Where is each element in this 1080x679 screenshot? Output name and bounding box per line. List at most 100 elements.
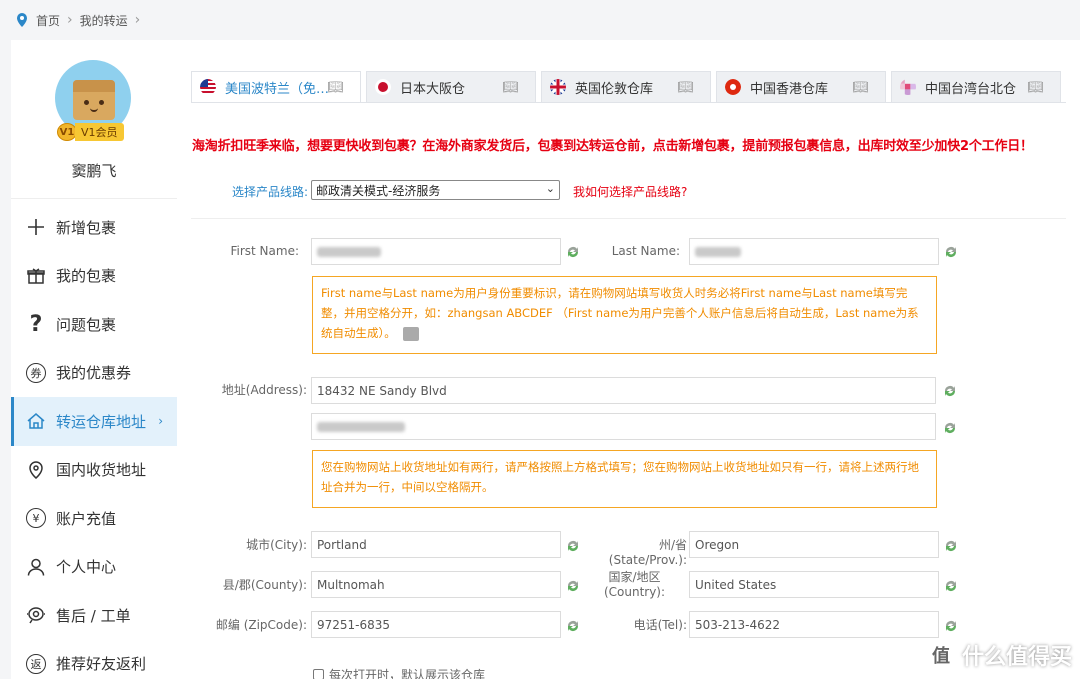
location-pin-icon — [25, 459, 47, 481]
sidebar-item-referral[interactable]: 返 推荐好友返利 — [11, 640, 177, 679]
sidebar-item-my-parcels[interactable]: 我的包裹 — [11, 252, 177, 301]
city-field[interactable]: Portland — [311, 531, 561, 558]
tab-japan-osaka[interactable]: 日本大阪仓 📖︎ — [366, 71, 536, 103]
sidebar-item-problem-parcels[interactable]: ? 问题包裹 — [11, 300, 177, 349]
route-select[interactable]: 邮政清关模式-经济服务 ⌄ — [311, 180, 560, 200]
copy-icon[interactable] — [943, 578, 959, 594]
divider — [11, 198, 177, 199]
tab-label: 中国台湾台北仓 — [925, 81, 1017, 97]
sidebar-item-domestic-address[interactable]: 国内收货地址 — [11, 446, 177, 495]
home-icon — [25, 410, 47, 432]
country-label-line2: (Country): — [603, 585, 666, 599]
box-mascot-icon — [73, 80, 115, 120]
watermark: 值 什么值得买 — [925, 639, 1072, 671]
copy-icon[interactable] — [943, 538, 959, 554]
copy-icon[interactable] — [565, 538, 581, 554]
checkbox[interactable] — [313, 669, 324, 679]
sidebar-item-label: 推荐好友返利 — [56, 655, 147, 674]
address-line2-field[interactable] — [311, 413, 936, 440]
location-pin-icon — [17, 13, 27, 27]
county-field[interactable]: Multnomah — [311, 571, 561, 598]
chevron-right-icon: › — [67, 12, 73, 28]
vip-badge: V1 V1会员 — [57, 123, 124, 141]
tab-label: 日本大阪仓 — [400, 81, 466, 97]
redacted-value — [317, 246, 381, 257]
country-label: 国家/地区 (Country): — [582, 570, 687, 600]
redacted-value — [317, 421, 405, 432]
tab-taiwan-taipei[interactable]: 中国台湾台北仓 📖︎ — [891, 71, 1061, 103]
book-icon[interactable]: 📖︎ — [677, 80, 694, 95]
copy-icon[interactable] — [943, 244, 959, 260]
warehouse-tabs: 美国波特兰（免… 📖︎ 日本大阪仓 📖︎ 英国伦敦仓库 📖︎ 中国香港仓库 📖︎… — [191, 71, 1066, 103]
address-line1-field[interactable]: 18432 NE Sandy Blvd — [311, 377, 936, 404]
watermark-text: 什么值得买 — [961, 645, 1072, 670]
sidebar-item-label: 我的优惠券 — [56, 364, 132, 383]
route-label: 选择产品线路: — [232, 185, 309, 199]
copy-icon[interactable] — [942, 420, 958, 436]
sidebar-item-label: 个人中心 — [56, 558, 117, 577]
sidebar-item-label: 转运仓库地址 — [56, 412, 147, 431]
user-icon — [25, 556, 47, 578]
tab-label: 英国伦敦仓库 — [575, 81, 654, 97]
book-icon[interactable]: 📖︎ — [502, 80, 519, 95]
sidebar-item-label: 国内收货地址 — [56, 461, 147, 480]
route-help-link[interactable]: 我如何选择产品线路? — [573, 183, 687, 200]
breadcrumb: 首页 › 我的转运 › — [0, 0, 1080, 40]
address-label: 地址(Address): — [221, 383, 307, 397]
copy-icon[interactable] — [565, 578, 581, 594]
sidebar-item-profile[interactable]: 个人中心 — [11, 543, 177, 592]
tab-us-portland[interactable]: 美国波特兰（免… 📖︎ — [191, 71, 361, 103]
first-name-label: First Name: — [230, 244, 299, 258]
tel-label: 电话(Tel): — [633, 618, 687, 632]
copy-icon[interactable] — [942, 383, 958, 399]
book-icon[interactable]: 📖︎ — [327, 80, 344, 95]
return-icon: 返 — [25, 653, 47, 675]
tab-uk-london[interactable]: 英国伦敦仓库 📖︎ — [541, 71, 711, 103]
address-tip: 您在购物网站上收货地址如有两行，请严格按照上方格式填写；您在购物网站上收货地址如… — [312, 450, 937, 508]
sidebar-item-after-sales[interactable]: 售后 / 工单 — [11, 591, 177, 640]
state-field[interactable]: Oregon — [689, 531, 939, 558]
yen-icon: ¥ — [25, 507, 47, 529]
hk-flag-icon — [725, 79, 741, 95]
copy-icon[interactable] — [943, 618, 959, 634]
question-icon: ? — [29, 311, 43, 337]
country-label-line1: 国家/地区 — [608, 570, 661, 584]
sidebar-item-add-parcel[interactable]: 新增包裹 — [11, 203, 177, 252]
default-warehouse-checkbox[interactable]: 每次打开时，默认展示该仓库 — [313, 666, 485, 679]
watermark-logo: 值 — [925, 640, 956, 670]
breadcrumb-home[interactable]: 首页 — [36, 12, 60, 29]
sidebar: V1 V1会员 窦鹏飞 新增包裹 我的包裹 ? 问题包裹 券 我的优惠券 转运仓… — [11, 40, 177, 679]
puzzle-icon — [403, 326, 420, 341]
coupon-icon: 券 — [25, 362, 47, 384]
sidebar-item-warehouse-address[interactable]: 转运仓库地址 › — [11, 397, 177, 446]
first-name-field[interactable] — [311, 238, 561, 265]
plus-icon — [25, 216, 47, 238]
chevron-right-icon: › — [158, 414, 163, 429]
country-field[interactable]: United States — [689, 571, 939, 598]
tab-hong-kong[interactable]: 中国香港仓库 📖︎ — [716, 71, 886, 103]
book-icon[interactable]: 📖︎ — [852, 80, 869, 95]
sidebar-item-coupons[interactable]: 券 我的优惠券 — [11, 349, 177, 398]
copy-icon[interactable] — [565, 618, 581, 634]
name-tip: First name与Last name为用户身份重要标识，请在购物网站填写收货… — [312, 276, 937, 354]
copy-icon[interactable] — [565, 244, 581, 260]
breadcrumb-current[interactable]: 我的转运 — [80, 12, 128, 29]
chevron-right-icon: › — [134, 12, 141, 28]
vip-label: V1会员 — [75, 123, 124, 141]
divider — [191, 218, 1066, 219]
redacted-value — [695, 246, 741, 257]
vip-level-icon: V1 — [57, 123, 77, 141]
last-name-label: Last Name: — [611, 244, 680, 258]
zip-field[interactable]: 97251-6835 — [311, 611, 561, 638]
sidebar-item-label: 问题包裹 — [56, 315, 117, 334]
jp-flag-icon — [375, 79, 391, 95]
sidebar-item-recharge[interactable]: ¥ 账户充值 — [11, 494, 177, 543]
last-name-field[interactable] — [689, 238, 939, 265]
tab-label: 中国香港仓库 — [750, 81, 829, 97]
tel-field[interactable]: 503-213-4622 — [689, 611, 939, 638]
sidebar-menu: 新增包裹 我的包裹 ? 问题包裹 券 我的优惠券 转运仓库地址 › 国内收货地址… — [11, 203, 177, 679]
route-select-value: 邮政清关模式-经济服务 — [316, 183, 441, 198]
book-icon[interactable]: 📖︎ — [1027, 80, 1044, 95]
zip-label: 邮编 (ZipCode): — [215, 618, 307, 632]
uk-flag-icon — [550, 79, 566, 95]
